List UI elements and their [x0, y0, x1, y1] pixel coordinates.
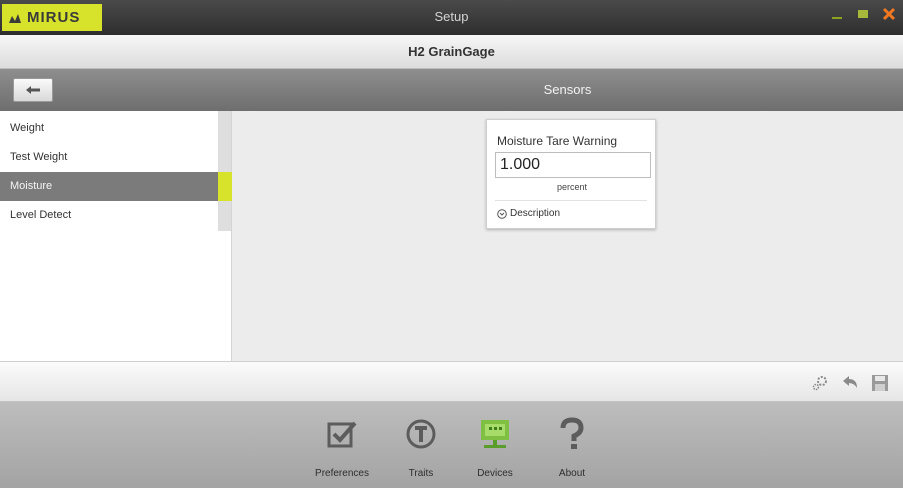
window-title: Setup — [434, 9, 469, 24]
description-toggle[interactable]: Description — [497, 208, 560, 219]
device-name: H2 GrainGage — [0, 35, 903, 69]
bottom-nav: Preferences Traits Devices About — [0, 402, 903, 488]
checkbox-icon — [307, 412, 377, 456]
nav-preferences[interactable]: Preferences — [307, 412, 377, 484]
scrollbar[interactable] — [218, 111, 231, 231]
arrow-left-icon — [26, 86, 40, 94]
save-icon[interactable] — [870, 373, 890, 393]
description-label: Description — [510, 208, 561, 219]
sensor-list: Weight Test Weight Moisture Level Detect — [0, 111, 232, 361]
setting-title: Moisture Tare Warning — [497, 134, 618, 148]
setting-value-input[interactable]: 1.000 — [495, 152, 651, 178]
nav-traits[interactable]: Traits — [386, 412, 456, 484]
nav-about[interactable]: About — [537, 412, 607, 484]
sidebar-item-moisture[interactable]: Moisture — [0, 172, 218, 201]
nav-label: Preferences — [315, 468, 369, 479]
undo-icon[interactable] — [840, 373, 860, 393]
toolbar — [0, 361, 903, 402]
question-icon — [537, 412, 607, 456]
section-bar: Sensors — [0, 69, 903, 111]
sidebar-item-weight[interactable]: Weight — [0, 114, 218, 143]
setting-card: Moisture Tare Warning 1.000 percent Desc… — [486, 119, 656, 229]
back-button[interactable] — [13, 78, 53, 102]
nav-label: Traits — [408, 468, 434, 479]
divider — [495, 200, 647, 201]
devices-icon — [460, 412, 530, 456]
minimize-icon[interactable] — [829, 6, 845, 22]
main-panel: Moisture Tare Warning 1.000 percent Desc… — [232, 111, 903, 361]
selection-marker — [218, 172, 232, 201]
close-icon[interactable] — [881, 6, 897, 22]
nav-label: Devices — [477, 468, 513, 479]
sidebar-item-level-detect[interactable]: Level Detect — [0, 201, 218, 230]
sidebar-item-test-weight[interactable]: Test Weight — [0, 143, 218, 172]
nav-devices[interactable]: Devices — [460, 412, 530, 484]
section-title: Sensors — [543, 82, 592, 97]
maximize-icon[interactable] — [855, 6, 871, 22]
title-bar: MIRUS Setup — [0, 0, 903, 35]
setting-unit: percent — [556, 182, 588, 192]
chevron-down-icon — [497, 208, 507, 219]
settings-icon[interactable] — [810, 373, 830, 393]
nav-label: About — [558, 468, 586, 479]
traits-icon — [386, 412, 456, 456]
